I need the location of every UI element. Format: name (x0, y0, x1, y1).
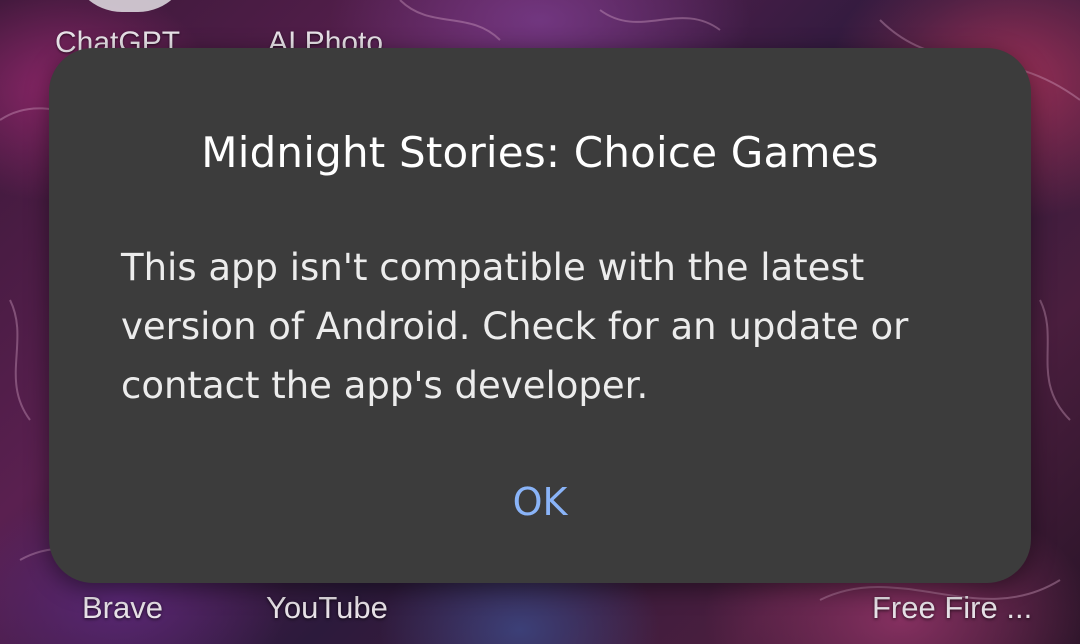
home-app-label-free-fire[interactable]: Free Fire ... (872, 590, 1032, 626)
home-app-label-brave[interactable]: Brave (82, 590, 163, 626)
dialog-title: Midnight Stories: Choice Games (201, 128, 879, 177)
dialog-message: This app isn't compatible with the lates… (121, 246, 909, 407)
ok-button[interactable]: OK (490, 472, 590, 532)
home-app-label-youtube[interactable]: YouTube (266, 590, 388, 626)
